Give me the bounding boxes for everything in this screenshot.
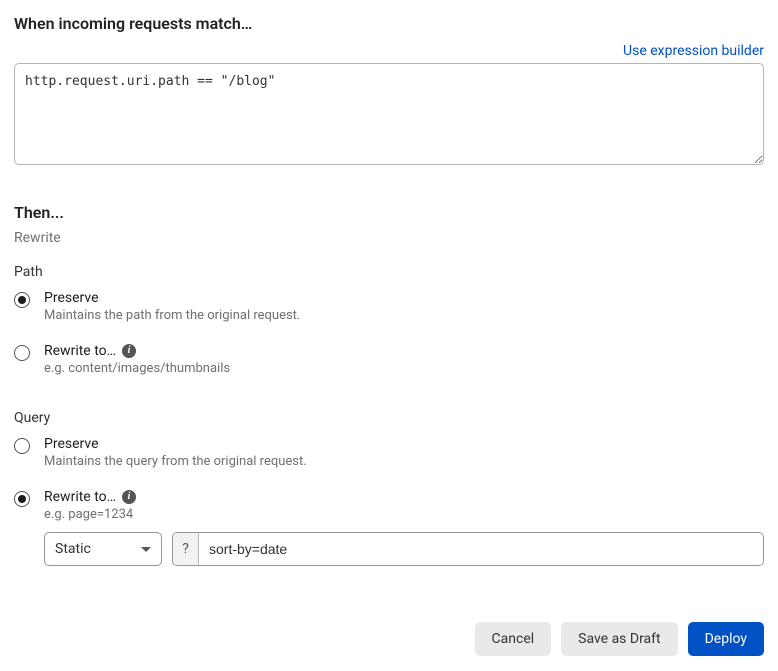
query-rewrite-label: Rewrite to…	[44, 489, 116, 505]
query-preserve-option[interactable]: Preserve Maintains the query from the or…	[14, 436, 764, 469]
path-rewrite-label: Rewrite to…	[44, 343, 116, 359]
path-preserve-label: Preserve	[44, 290, 764, 306]
query-preserve-hint: Maintains the query from the original re…	[44, 454, 764, 469]
radio-icon[interactable]	[14, 292, 30, 308]
radio-icon[interactable]	[14, 491, 30, 507]
save-draft-button[interactable]: Save as Draft	[561, 622, 677, 656]
expression-builder-link[interactable]: Use expression builder	[623, 43, 764, 59]
chevron-down-icon	[141, 547, 151, 552]
radio-icon[interactable]	[14, 438, 30, 454]
radio-icon[interactable]	[14, 345, 30, 361]
path-preserve-hint: Maintains the path from the original req…	[44, 308, 764, 323]
query-rewrite-option[interactable]: Rewrite to… i e.g. page=1234	[14, 489, 764, 522]
query-group-label: Query	[14, 410, 764, 426]
query-prefix-addon: ?	[173, 533, 199, 565]
path-group-label: Path	[14, 264, 764, 280]
query-rewrite-mode-value: Static	[55, 541, 91, 557]
path-rewrite-option[interactable]: Rewrite to… i e.g. content/images/thumbn…	[14, 343, 764, 376]
cancel-button[interactable]: Cancel	[475, 622, 552, 656]
when-title: When incoming requests match…	[14, 14, 764, 33]
info-icon[interactable]: i	[122, 490, 136, 504]
path-rewrite-hint: e.g. content/images/thumbnails	[44, 361, 764, 376]
expression-input[interactable]	[14, 63, 764, 165]
query-preserve-label: Preserve	[44, 436, 764, 452]
then-title: Then...	[14, 203, 764, 222]
path-preserve-option[interactable]: Preserve Maintains the path from the ori…	[14, 290, 764, 323]
info-icon[interactable]: i	[122, 344, 136, 358]
query-rewrite-mode-select[interactable]: Static	[44, 532, 162, 566]
query-rewrite-value-input[interactable]	[199, 533, 763, 565]
query-rewrite-hint: e.g. page=1234	[44, 507, 764, 522]
deploy-button[interactable]: Deploy	[688, 622, 764, 656]
then-action-label: Rewrite	[14, 230, 764, 246]
